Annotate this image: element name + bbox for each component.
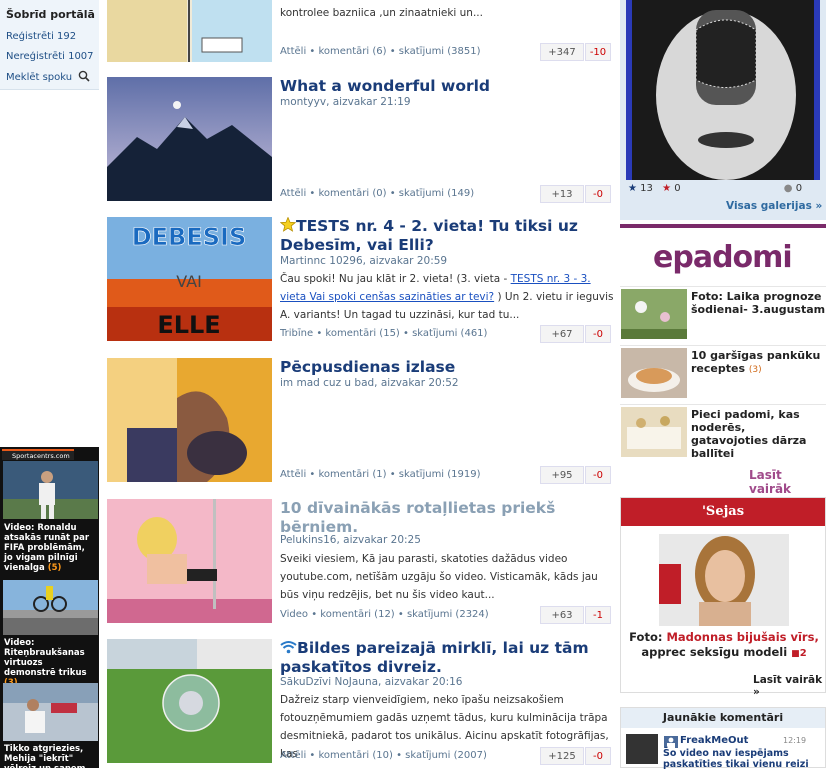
epadomi-more-link[interactable]: Lasīt vairāk (749, 468, 826, 496)
gallery-star-icon: ★ (628, 183, 637, 194)
search-icon (78, 70, 90, 82)
article-6-upvote[interactable]: +125 (540, 747, 584, 765)
article-4-downvote[interactable]: -0 (585, 466, 611, 484)
sport-caption-3[interactable]: Tikko atgriezies, Mehija "iekrīt" vēlrei… (4, 744, 96, 774)
epadomi-item-1-text: Foto: Laika prognoze šodienai- 3.augusta… (691, 290, 826, 316)
article-5-footer[interactable]: Video • komentāri (12) • skatījumi (2324… (280, 609, 489, 620)
article-2-meta[interactable]: montyyv, aizvakar 21:19 (280, 96, 411, 108)
epadomi-item-1[interactable]: Foto: Laika prognoze šodienai- 3.augusta… (620, 286, 826, 342)
sejas-caption[interactable]: Foto: Madonnas bijušais vīrs, apprec sek… (625, 630, 823, 662)
gallery-comment-icon: ● (783, 183, 793, 194)
sport-widget: Sportacentrs.com Video: Ronaldu atsakās … (0, 447, 99, 774)
svg-text:DEBESIS: DEBESIS (132, 223, 247, 251)
sejas-logo[interactable]: 'Sejas (621, 498, 825, 526)
all-galleries-link[interactable]: Visas galerijas » (726, 200, 822, 212)
epadomi-item-2[interactable]: 10 garšīgas pankūku receptes (3) (620, 345, 826, 401)
article-3-title[interactable]: TESTS nr. 4 - 2. vieta! Tu tiksi uz Debe… (279, 216, 610, 255)
article-3-downvote[interactable]: -0 (585, 325, 611, 343)
article-1-excerpt: kontrolee bazniica ,un zinaatnieki un... (280, 7, 483, 19)
article-6-meta[interactable]: SākuDzīvi NoJauna, aizvakar 20:16 (280, 676, 462, 688)
epadomi-thumb-3 (621, 407, 687, 457)
article-1-thumbnail[interactable] (107, 0, 272, 62)
article-3-meta[interactable]: Martinnc 10296, aizvakar 20:59 (280, 255, 447, 267)
article-3-upvote[interactable]: +67 (540, 325, 584, 343)
sejas-comment-count: 2 (799, 648, 807, 659)
article-1-downvote[interactable]: -10 (585, 43, 611, 61)
latest-comments-heading: Jaunākie komentāri (621, 708, 825, 728)
article-5-title[interactable]: 10 dīvainākās rotaļlietas priekš bērniem… (280, 499, 610, 537)
comment-text-link[interactable]: Šo video nav iespējams paskatīties tikai… (663, 748, 823, 770)
epadomi-item-2-text: 10 garšīgas pankūku receptes (3) (691, 349, 821, 375)
comment-avatar[interactable] (626, 734, 658, 764)
article-6: Bildes pareizajā mirklī, lai uz tām pask… (107, 639, 613, 765)
sport-logo[interactable]: Sportacentrs.com (2, 449, 74, 460)
article-5-thumbnail[interactable] (107, 499, 272, 623)
article-3-excerpt: Čau spoki! Nu jau klāt ir 2. vieta! (3. … (280, 273, 614, 321)
article-3-thumbnail[interactable]: DEBESIS VAI ELLE (107, 217, 272, 341)
article-2-upvote[interactable]: +13 (540, 185, 584, 203)
gallery-redstar-icon: ★ (662, 183, 672, 194)
search-ghost-link[interactable]: Meklēt spoku (6, 70, 90, 83)
article-2-title[interactable]: What a wonderful world (280, 77, 610, 96)
article-4-title[interactable]: Pēcpusdienas izlase (280, 358, 610, 377)
sport-caption-2[interactable]: Video: Riteņbraukšanas virtuozs demonstr… (4, 638, 96, 688)
gallery-widget: ★ 13 ★ 0 ● 0 Visas galerijas » (620, 0, 826, 220)
article-2-footer[interactable]: Attēli • komentāri (0) • skatījumi (149) (280, 188, 474, 199)
article-5-meta[interactable]: Pelukins16, aizvakar 20:25 (280, 534, 421, 546)
epadomi-item-3[interactable]: Pieci padomi, kas noderēs, gatavojoties … (620, 404, 826, 460)
article-1-upvote[interactable]: +347 (540, 43, 584, 61)
article-3-footer[interactable]: Tribīne • komentāri (15) • skatījumi (46… (280, 328, 487, 339)
article-1: kontrolee bazniica ,un zinaatnieki un...… (107, 0, 613, 64)
article-6-footer[interactable]: Attēli • komentāri (10) • skatījumi (200… (280, 750, 487, 761)
article-4-upvote[interactable]: +95 (540, 466, 584, 484)
epadomi-thumb-1 (621, 289, 687, 339)
article-5-downvote[interactable]: -1 (585, 606, 611, 624)
sejas-comment-icon: ■ (791, 649, 800, 659)
sport-thumb-3[interactable] (3, 683, 98, 741)
wifi-icon (280, 641, 297, 654)
article-2-thumbnail[interactable] (107, 77, 272, 201)
registered-link[interactable]: Reģistrēti 192 (6, 31, 76, 42)
latest-comments-widget: Jaunākie komentāri FreakMeOut 12:19 Šo v… (620, 707, 826, 770)
online-heading: Šobrīd portālā (6, 8, 95, 21)
article-6-downvote[interactable]: -0 (585, 747, 611, 765)
svg-text:VAI: VAI (176, 272, 202, 291)
comment-time: 12:19 (783, 736, 807, 745)
article-2-downvote[interactable]: -0 (585, 185, 611, 203)
article-6-thumbnail[interactable] (107, 639, 272, 763)
article-4: Pēcpusdienas izlase im mad cuz u bad, ai… (107, 358, 613, 484)
article-3: DEBESIS VAI ELLE TESTS nr. 4 - 2. vieta!… (107, 216, 614, 343)
featured-star-icon (279, 216, 297, 232)
article-1-footer[interactable]: Attēli • komentāri (6) • skatījumi (3851… (280, 46, 481, 57)
epadomi-thumb-2 (621, 348, 687, 398)
gallery-red-count: 0 (674, 183, 681, 194)
user-icon (664, 736, 678, 748)
article-4-footer[interactable]: Attēli • komentāri (1) • skatījumi (1919… (280, 469, 481, 480)
article-6-title[interactable]: Bildes pareizajā mirklī, lai uz tām pask… (280, 639, 610, 677)
epadomi-item-3-text: Pieci padomi, kas noderēs, gatavojoties … (691, 408, 807, 460)
sport-thumb-1[interactable] (3, 461, 98, 519)
article-4-meta[interactable]: im mad cuz u bad, aizvakar 20:52 (280, 377, 459, 389)
article-5-excerpt: Sveiki viesiem, Kā jau parasti, skatotie… (280, 553, 598, 601)
epadomi-logo[interactable]: epadomi (653, 240, 793, 275)
article-2: What a wonderful world montyyv, aizvakar… (107, 77, 613, 203)
article-5-upvote[interactable]: +63 (540, 606, 584, 624)
svg-text:ELLE: ELLE (157, 311, 220, 339)
search-ghost-label: Meklēt spoku (6, 72, 73, 83)
comment-user-link[interactable]: FreakMeOut (680, 735, 748, 746)
article-5: 10 dīvainākās rotaļlietas priekš bērniem… (107, 499, 613, 625)
sport-caption-1[interactable]: Video: Ronaldu atsakās runāt par FIFA pr… (4, 523, 96, 573)
gallery-stats: ★ 13 ★ 0 ● 0 (628, 183, 802, 194)
online-users-box: Šobrīd portālā Reģistrēti 192 Nereģistrē… (0, 0, 99, 90)
sejas-image[interactable] (659, 534, 789, 626)
gallery-star-count: 13 (640, 183, 653, 194)
sejas-widget: 'Sejas Foto: Madonnas bijušais vīrs, app… (620, 497, 826, 698)
sejas-more-link[interactable]: Lasīt vairāk » (753, 674, 825, 698)
article-4-thumbnail[interactable] (107, 358, 272, 482)
gallery-image[interactable] (626, 0, 820, 180)
sport-thumb-2[interactable] (3, 580, 98, 635)
epadomi-widget: epadomi Foto: Laika prognoze šodienai- 3… (620, 224, 826, 496)
gallery-comment-count: 0 (795, 183, 803, 194)
unregistered-link[interactable]: Nereģistrēti 1007 (6, 51, 94, 62)
